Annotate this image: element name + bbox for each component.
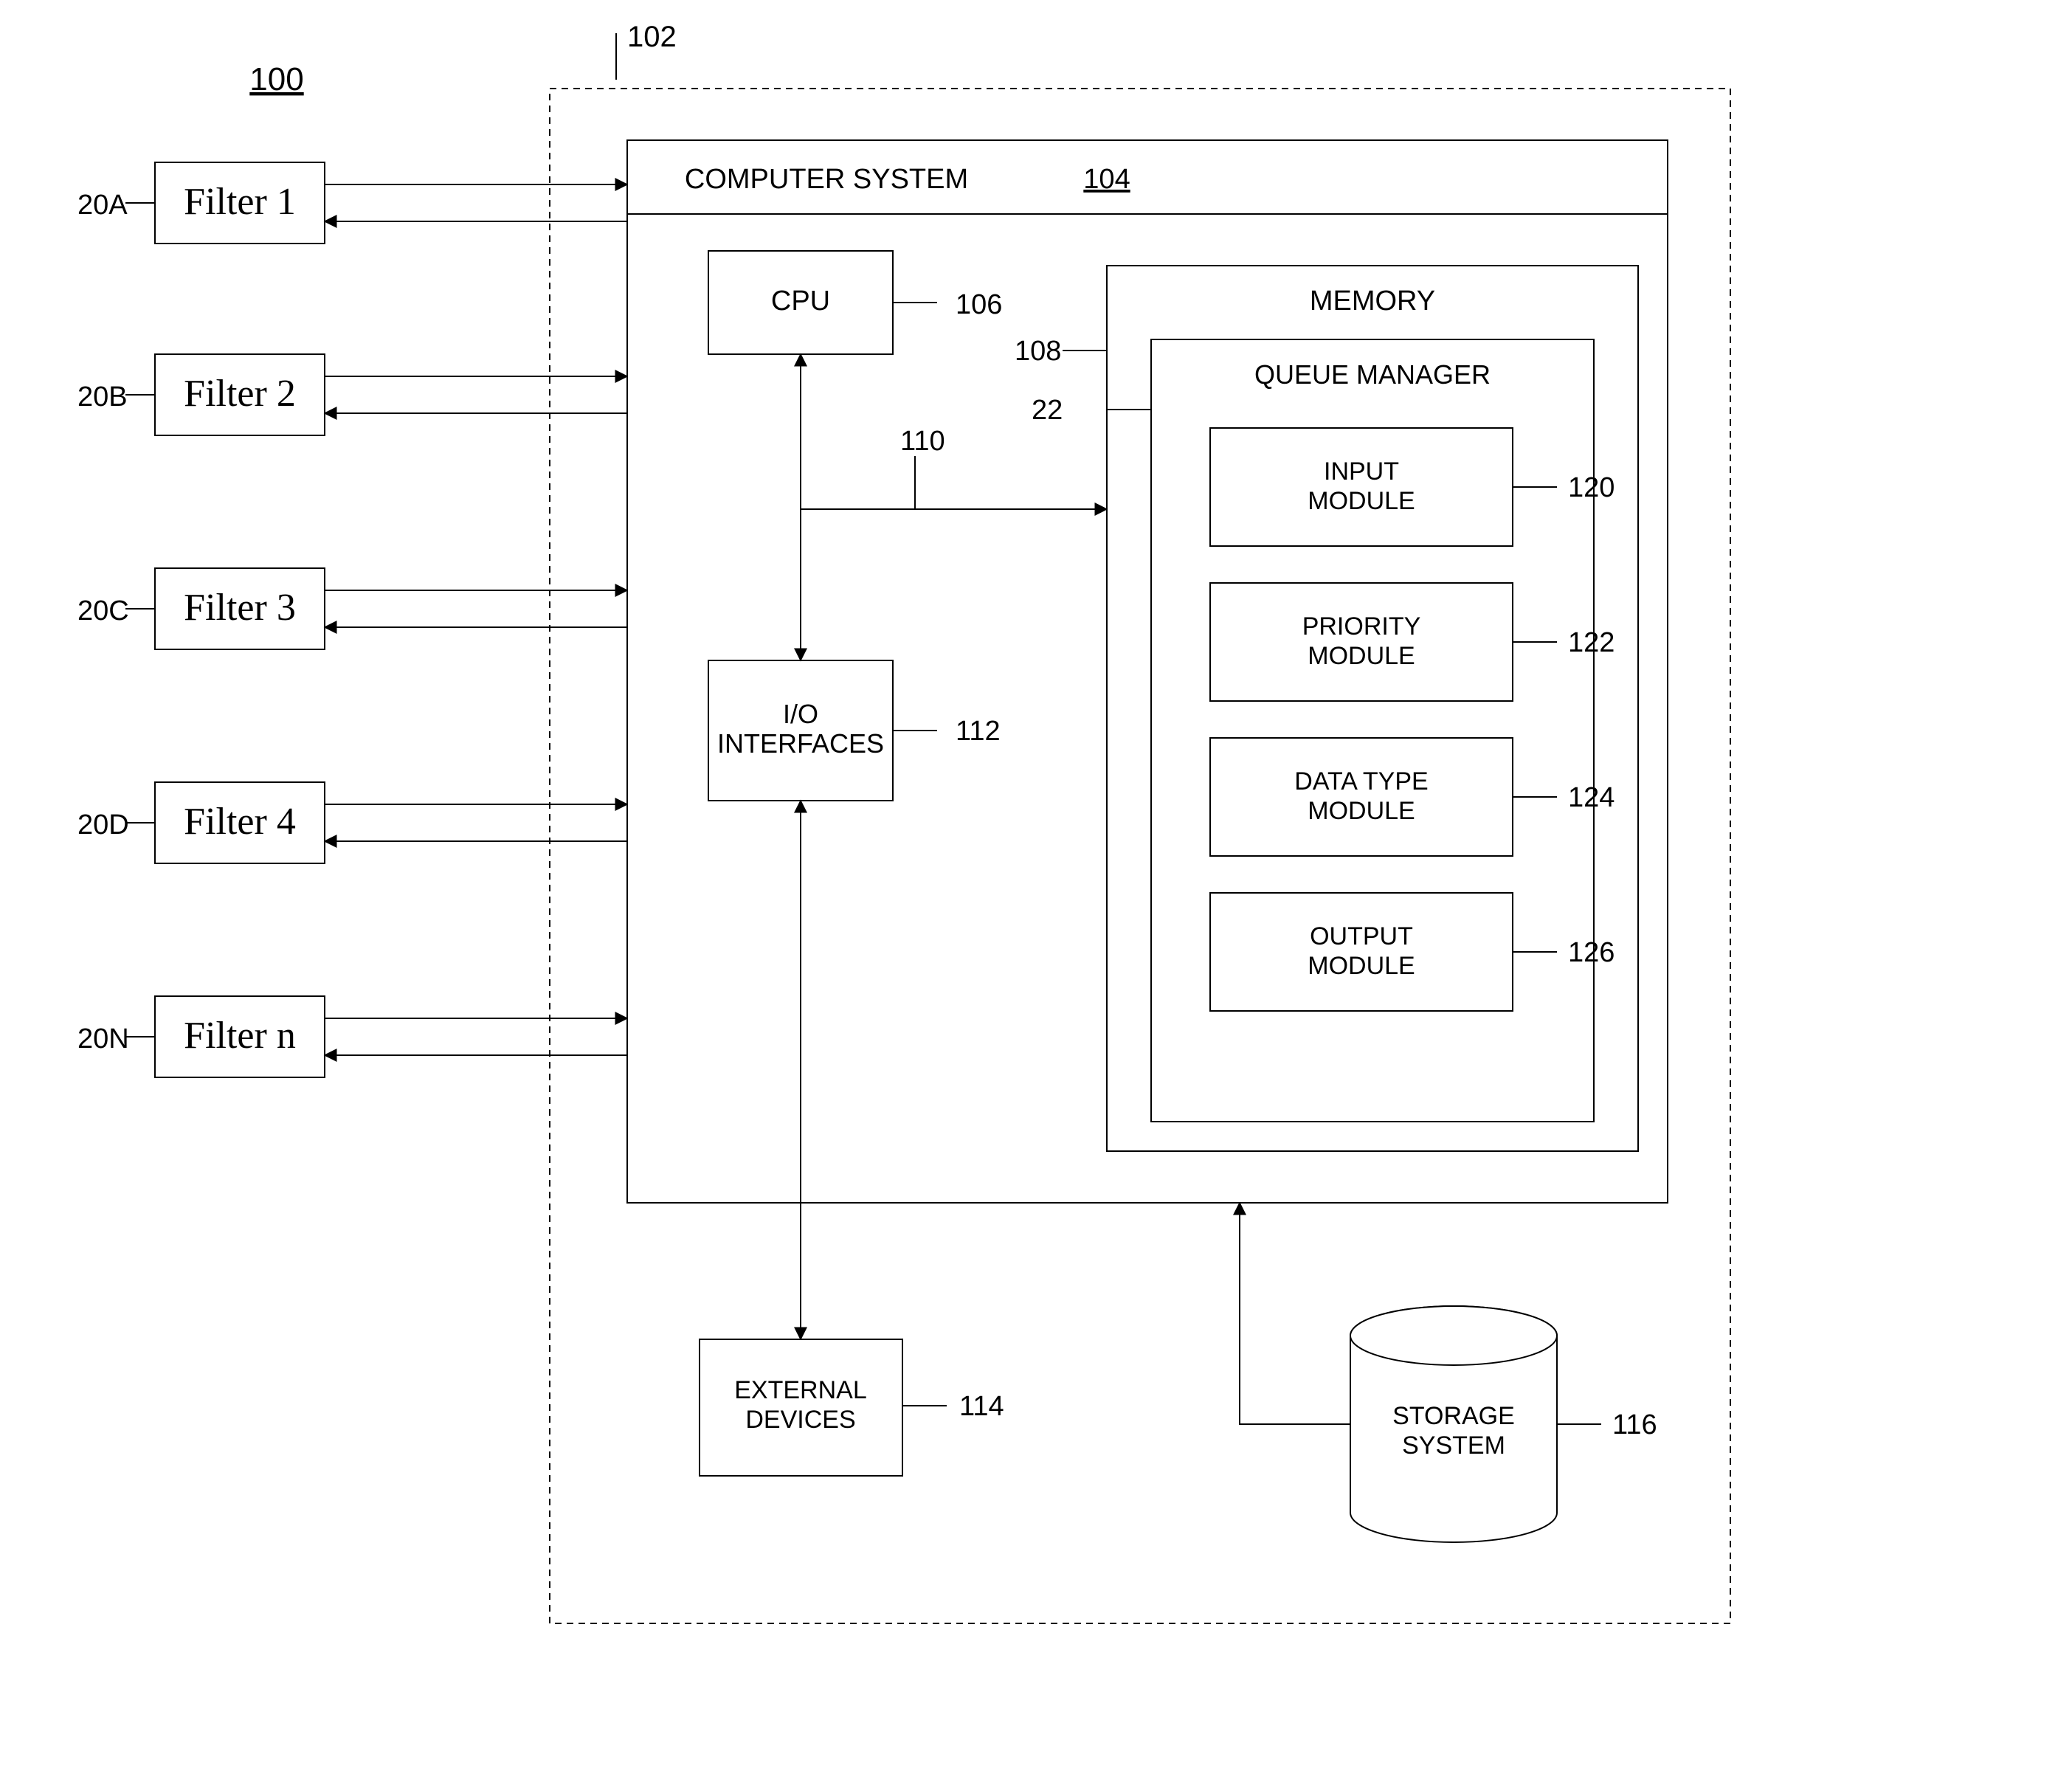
svg-text:PRIORITY: PRIORITY [1302, 612, 1421, 641]
cpu-label: CPU [771, 286, 830, 317]
memory-ref: 108 [1015, 336, 1061, 367]
filter-n-id: 20N [77, 1023, 129, 1054]
filter-1-label: Filter 1 [184, 181, 296, 223]
io-label-line2: INTERFACES [717, 728, 884, 759]
filter-2-id: 20B [77, 381, 128, 412]
filter-3-group: Filter 3 20C [77, 568, 627, 649]
io-label-line1: I/O [783, 699, 818, 729]
svg-text:STORAGE: STORAGE [1392, 1402, 1515, 1430]
svg-text:MODULE: MODULE [1308, 952, 1415, 980]
filter-2-group: Filter 2 20B [77, 354, 627, 435]
filter-4-id: 20D [77, 809, 129, 840]
svg-text:DEVICES: DEVICES [745, 1406, 855, 1434]
filter-3-label: Filter 3 [184, 587, 296, 629]
svg-text:MODULE: MODULE [1308, 487, 1415, 515]
cpu-ref: 106 [956, 289, 1002, 320]
boundary-ref: 102 [627, 21, 677, 53]
io-ref: 112 [956, 716, 1001, 747]
svg-text:INPUT: INPUT [1324, 458, 1399, 486]
svg-text:OUTPUT: OUTPUT [1310, 922, 1413, 950]
svg-text:DATA TYPE: DATA TYPE [1294, 767, 1428, 795]
memory-label: MEMORY [1310, 286, 1435, 317]
module-priority-ref: 122 [1568, 627, 1615, 658]
external-devices-ref: 114 [959, 1391, 1004, 1422]
filter-4-label: Filter 4 [184, 801, 296, 843]
filter-4-group: Filter 4 20D [77, 782, 627, 863]
filter-n-group: Filter n 20N [77, 996, 627, 1077]
svg-text:SYSTEM: SYSTEM [1402, 1432, 1505, 1460]
svg-text:MODULE: MODULE [1308, 642, 1415, 670]
filter-1-group: Filter 1 20A [77, 162, 627, 244]
module-input-ref: 120 [1568, 472, 1615, 503]
svg-text:MODULE: MODULE [1308, 797, 1415, 825]
module-output-ref: 126 [1568, 937, 1615, 968]
computer-system-ref: 104 [1083, 164, 1130, 195]
bus-ref: 110 [900, 426, 945, 457]
filter-2-label: Filter 2 [184, 373, 296, 415]
system-diagram: 100 102 Filter 1 20A Filter 2 20B Filter… [0, 0, 2072, 1785]
computer-system-title: COMPUTER SYSTEM [685, 164, 968, 195]
filter-1-id: 20A [77, 190, 128, 221]
storage-system-ref: 116 [1612, 1409, 1657, 1440]
queue-manager-ref: 22 [1032, 395, 1063, 426]
svg-text:EXTERNAL: EXTERNAL [734, 1376, 867, 1404]
filter-3-id: 20C [77, 595, 129, 626]
figure-ref: 100 [249, 61, 303, 97]
queue-manager-label: QUEUE MANAGER [1254, 359, 1491, 390]
module-datatype-ref: 124 [1568, 782, 1615, 813]
filter-n-label: Filter n [184, 1015, 296, 1057]
